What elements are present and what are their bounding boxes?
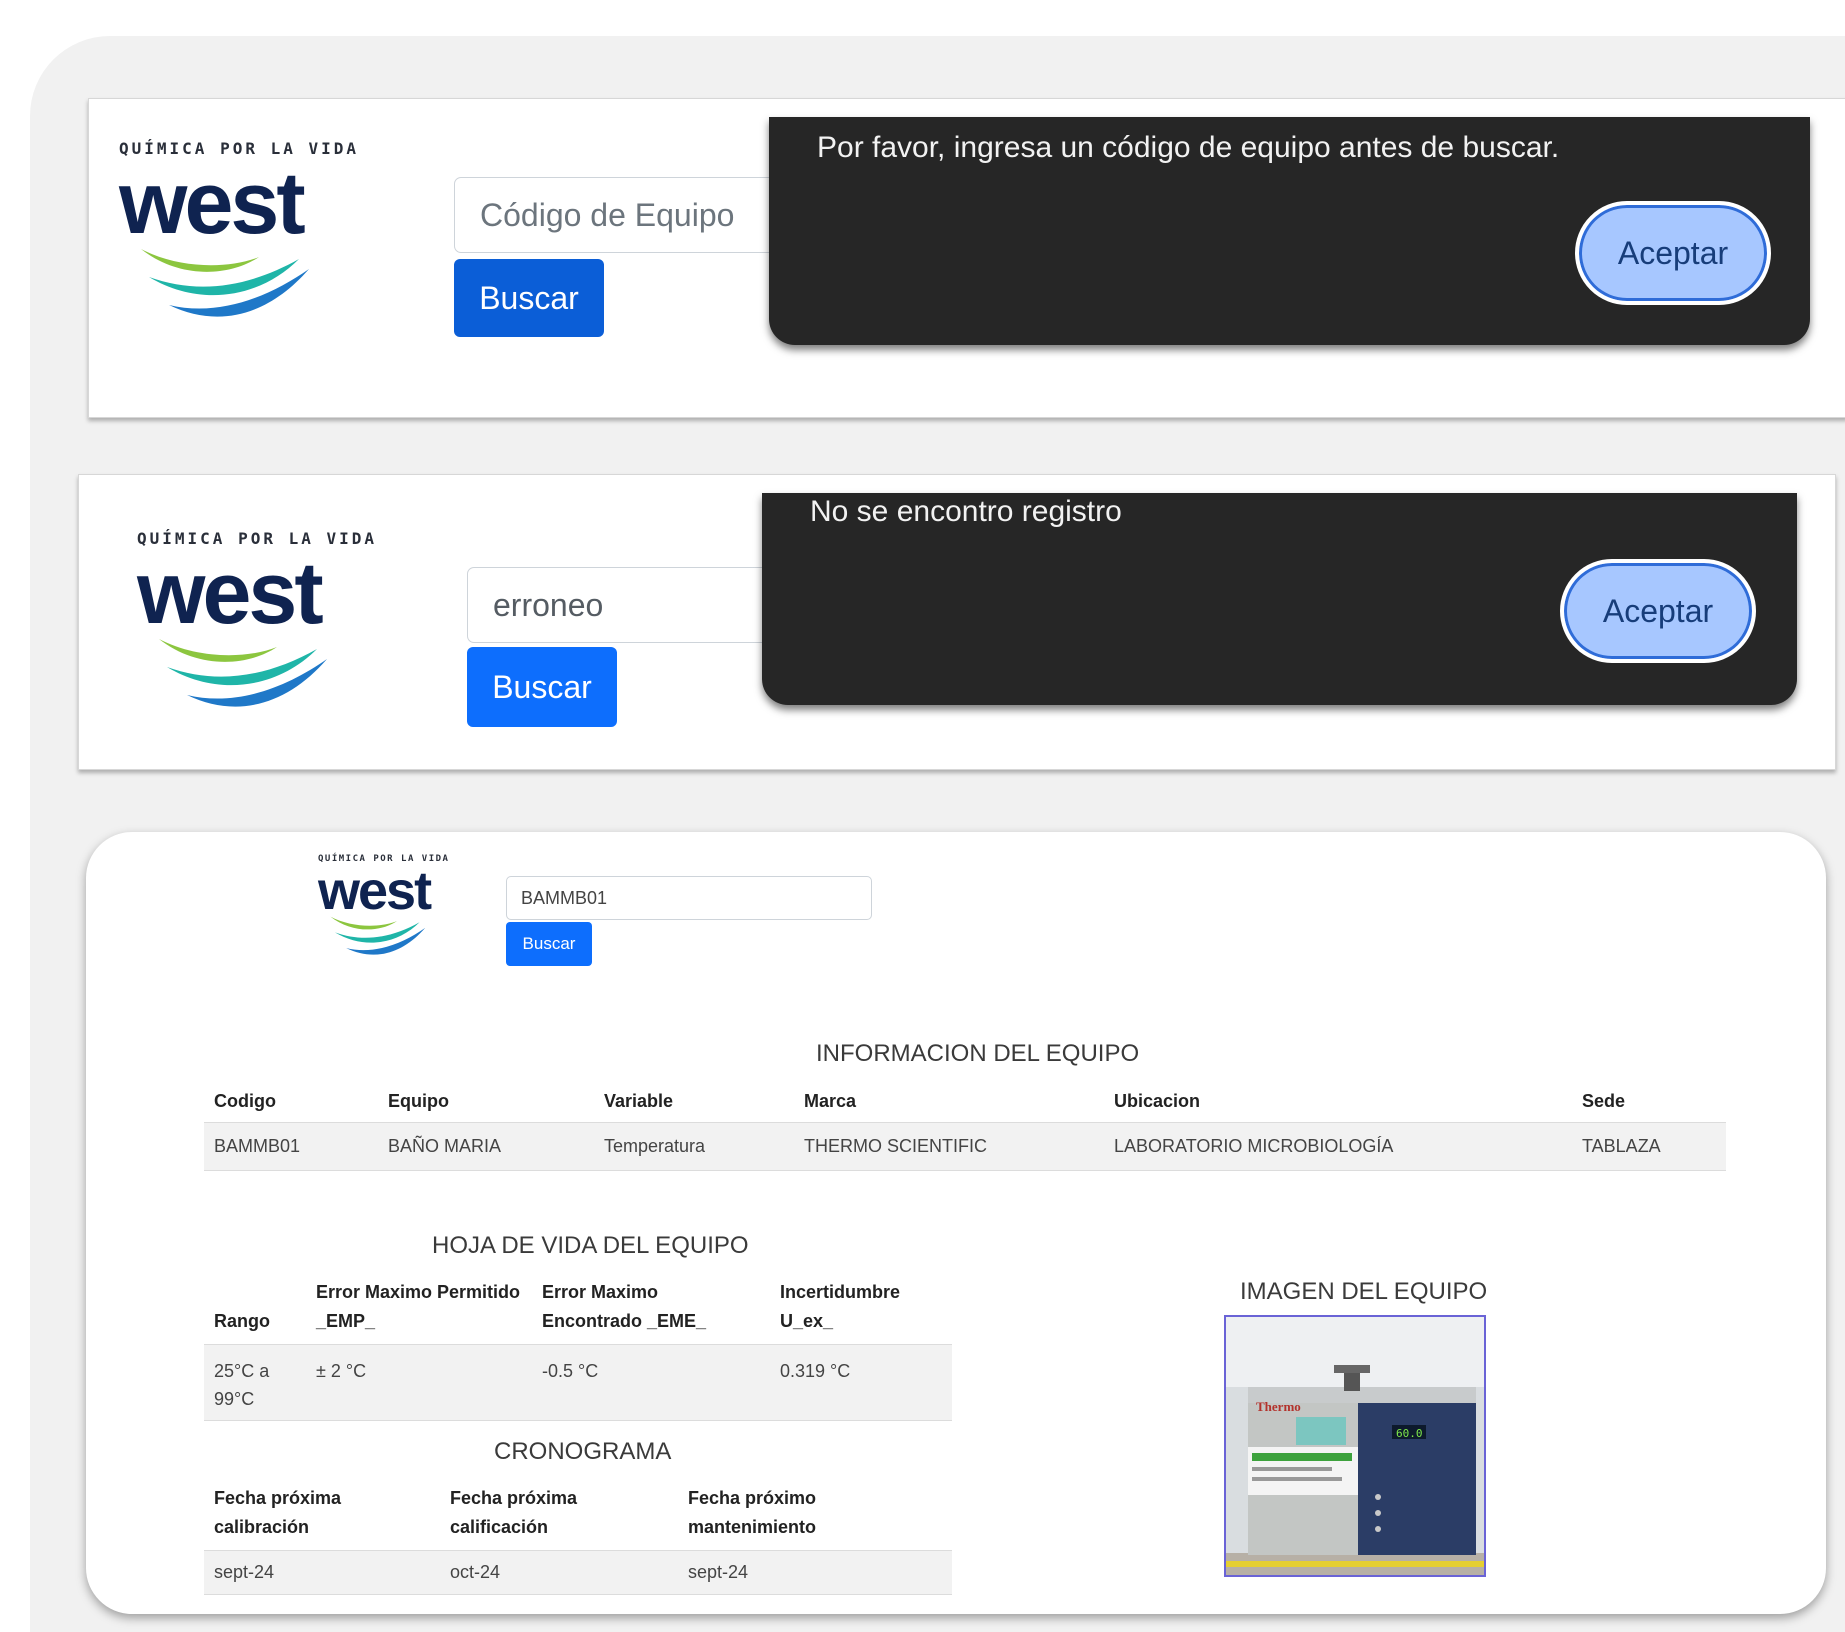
cell-incertidumbre: 0.319 °C (780, 1361, 851, 1381)
equipment-photo: Thermo 60.0 (1224, 1315, 1486, 1577)
col-variable: Variable (604, 1090, 674, 1111)
brand-label: Thermo (1256, 1399, 1301, 1414)
screenshot-collage: QUÍMICA POR LA VIDA west Código de Equip… (0, 0, 1845, 1632)
equipment-code-input[interactable]: erroneo (467, 567, 777, 643)
temperature-display: 60.0 (1396, 1427, 1423, 1440)
search-button[interactable]: Buscar (454, 259, 604, 337)
cell-mantenimiento: sept-24 (688, 1562, 749, 1582)
col-incertidumbre: Incertidumbre U_ex_ (780, 1282, 901, 1331)
cell-eme: -0.5 °C (542, 1361, 599, 1381)
equipment-info-table: Codigo Equipo Variable Marca Ubicacion S… (204, 1082, 1726, 1171)
west-logo: QUÍMICA POR LA VIDA west (119, 139, 356, 319)
cell-sede: TABLAZA (1582, 1135, 1661, 1156)
alert-message: Por favor, ingresa un código de equipo a… (817, 131, 1560, 164)
alert-dialog: No se encontro registro Aceptar (762, 493, 1797, 705)
table-row: BAMMB01 BAÑO MARIA Temperatura THERMO SC… (204, 1122, 1726, 1170)
panel-equipment-result: QUÍMICA POR LA VIDA west BAMMB01 Buscar … (86, 832, 1826, 1614)
equipment-code-input[interactable]: BAMMB01 (506, 876, 872, 920)
schedule-title: CRONOGRAMA (494, 1438, 672, 1465)
schedule-table: Fecha próxima calibración Fecha próxima … (204, 1484, 952, 1595)
col-emp: Error Maximo Permitido _EMP_ (316, 1282, 521, 1331)
logo-wave-icon (159, 639, 327, 707)
col-mantenimiento: Fecha próximo mantenimiento (688, 1488, 817, 1537)
cell-emp: ± 2 °C (316, 1361, 367, 1381)
logo-wave-icon (330, 916, 426, 955)
col-eme: Error Maximo Encontrado _EME_ (542, 1282, 707, 1331)
equipment-code-input[interactable]: Código de Equipo (454, 177, 784, 253)
col-calificacion: Fecha próxima calificación (450, 1488, 578, 1537)
col-sede: Sede (1582, 1090, 1626, 1111)
table-header-row: Rango Error Maximo Permitido _EMP_ Error… (204, 1278, 952, 1345)
water-bath-image: Thermo 60.0 (1226, 1317, 1484, 1575)
col-equipo: Equipo (388, 1090, 449, 1111)
logo-wave-icon (141, 249, 309, 317)
cell-marca: THERMO SCIENTIFIC (804, 1135, 987, 1156)
cell-variable: Temperatura (604, 1135, 706, 1156)
logo-wordmark: west (137, 543, 324, 642)
cell-calibracion: sept-24 (214, 1562, 275, 1582)
west-logo: QUÍMICA POR LA VIDA west (318, 854, 448, 955)
alert-message: No se encontro registro (810, 495, 1122, 528)
equipment-image-title: IMAGEN DEL EQUIPO (1240, 1278, 1488, 1305)
logo-wordmark: west (119, 153, 306, 252)
cell-rango: 25°C a 99°C (214, 1361, 270, 1409)
life-sheet-title: HOJA DE VIDA DEL EQUIPO (432, 1232, 749, 1259)
col-rango: Rango (214, 1311, 270, 1331)
equipment-info-title: INFORMACION DEL EQUIPO (816, 1040, 1140, 1067)
alert-dialog: Por favor, ingresa un código de equipo a… (769, 117, 1810, 345)
cell-ubicacion: LABORATORIO MICROBIOLOGÍA (1114, 1135, 1394, 1156)
search-button[interactable]: Buscar (506, 922, 592, 966)
table-header-row: Fecha próxima calibración Fecha próxima … (204, 1484, 952, 1551)
accept-button[interactable]: Aceptar (1560, 559, 1756, 663)
logo-wordmark: west (318, 861, 432, 921)
col-ubicacion: Ubicacion (1114, 1090, 1201, 1111)
west-logo: QUÍMICA POR LA VIDA west (137, 529, 374, 709)
cell-codigo: BAMMB01 (214, 1135, 301, 1156)
table-header-row: Codigo Equipo Variable Marca Ubicacion S… (204, 1082, 1726, 1122)
table-row: 25°C a 99°C ± 2 °C -0.5 °C 0.319 °C (204, 1344, 952, 1421)
cell-calificacion: oct-24 (450, 1562, 501, 1582)
table-row: sept-24 oct-24 sept-24 (204, 1550, 952, 1595)
col-calibracion: Fecha próxima calibración (214, 1488, 342, 1537)
col-marca: Marca (804, 1090, 857, 1111)
col-codigo: Codigo (214, 1090, 276, 1111)
panel-not-found: QUÍMICA POR LA VIDA west erroneo Buscar … (78, 474, 1836, 770)
accept-button[interactable]: Aceptar (1575, 201, 1771, 305)
cell-equipo: BAÑO MARIA (388, 1135, 502, 1156)
panel-empty-search: QUÍMICA POR LA VIDA west Código de Equip… (88, 98, 1845, 418)
search-button[interactable]: Buscar (467, 647, 617, 727)
life-sheet-table: Rango Error Maximo Permitido _EMP_ Error… (204, 1278, 952, 1421)
